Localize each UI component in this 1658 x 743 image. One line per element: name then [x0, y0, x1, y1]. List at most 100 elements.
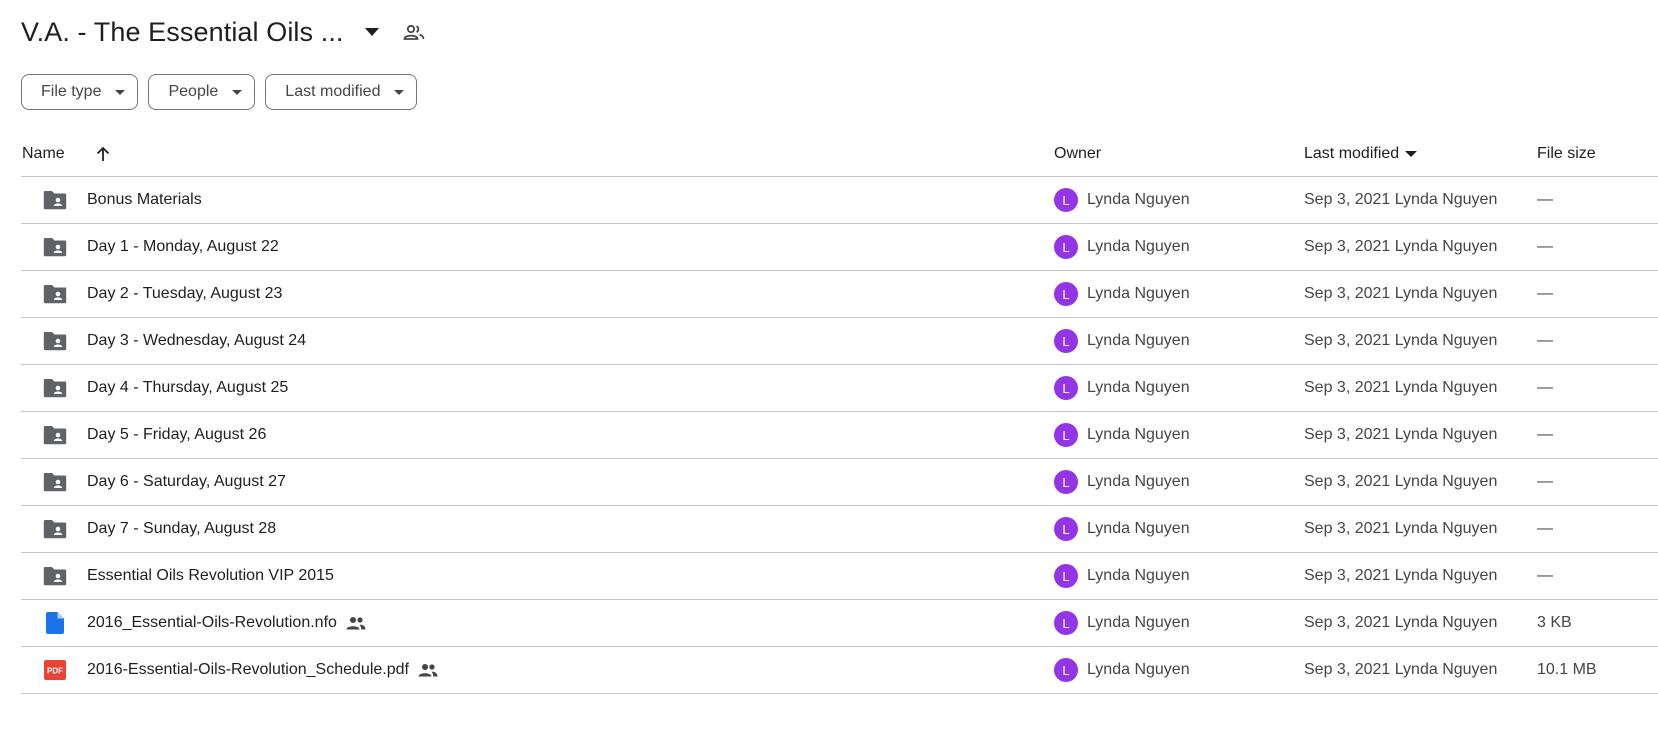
file-name-cell: Day 5 - Friday, August 26 — [87, 412, 266, 458]
page-title[interactable]: V.A. - The Essential Oils ... — [21, 17, 344, 48]
table-row[interactable]: 2016_Essential-Oils-Revolution.nfo L Lynda… — [21, 600, 1658, 647]
file-size-cell: — — [1537, 379, 1553, 396]
table-row[interactable]: Essential Oils Revolution VIP 2015 L Lynda… — [21, 553, 1658, 600]
shared-folder-icon — [42, 412, 68, 458]
table-row[interactable]: Day 1 - Monday, August 22 L Lynda Nguyen Se… — [21, 224, 1658, 271]
avatar[interactable]: L — [1054, 517, 1078, 541]
column-header-label: Last modified — [1304, 145, 1400, 162]
table-row[interactable]: Day 3 - Wednesday, August 24 L Lynda Nguye… — [21, 318, 1658, 365]
file-name-cell: 2016-Essential-Oils-Revolution_Schedule.… — [87, 647, 438, 693]
folder-header: V.A. - The Essential Oils ... — [21, 12, 428, 52]
column-header-owner[interactable]: Owner — [1054, 132, 1101, 176]
chip-label: Last modified — [285, 83, 381, 100]
file-name: 2016-Essential-Oils-Revolution_Schedule.… — [87, 661, 409, 678]
owner-name: Lynda Nguyen — [1087, 614, 1190, 631]
owner-cell: L Lynda Nguyen — [1054, 365, 1190, 411]
owner-cell: L Lynda Nguyen — [1054, 600, 1190, 646]
arrow-drop-down-icon — [232, 89, 243, 95]
file-name-cell: Essential Oils Revolution VIP 2015 — [87, 553, 334, 599]
avatar[interactable]: L — [1054, 188, 1078, 212]
file-name: Day 3 - Wednesday, August 24 — [87, 332, 307, 349]
last-modified-cell: Sep 3, 2021 Lynda Nguyen — [1304, 332, 1498, 349]
avatar[interactable]: L — [1054, 611, 1078, 635]
last-modified-cell: Sep 3, 2021 Lynda Nguyen — [1304, 285, 1498, 302]
file-name: Day 4 - Thursday, August 25 — [87, 379, 289, 396]
avatar[interactable]: L — [1054, 235, 1078, 259]
shared-folder-icon — [42, 271, 68, 317]
avatar[interactable]: L — [1054, 423, 1078, 447]
last-modified-cell: Sep 3, 2021 Lynda Nguyen — [1304, 426, 1498, 443]
chip-label: People — [168, 83, 219, 100]
column-header-name[interactable]: Name — [22, 132, 65, 176]
people-icon[interactable] — [400, 18, 428, 46]
last-modified-cell: Sep 3, 2021 Lynda Nguyen — [1304, 567, 1498, 584]
file-name: Bonus Materials — [87, 191, 202, 208]
last-modified-filter-chip[interactable]: Last modified — [265, 74, 418, 110]
shared-folder-icon — [42, 318, 68, 364]
table-row[interactable]: Day 5 - Friday, August 26 L Lynda Nguyen Se… — [21, 412, 1658, 459]
owner-cell: L Lynda Nguyen — [1054, 318, 1190, 364]
table-body: Bonus Materials L Lynda Nguyen Sep 3, 2021 … — [21, 177, 1658, 694]
column-header-last-modified[interactable]: Last modified — [1304, 132, 1418, 176]
file-name-cell: Bonus Materials — [87, 177, 202, 223]
file-name-cell: Day 7 - Sunday, August 28 — [87, 506, 276, 552]
file-size-cell: — — [1537, 567, 1553, 584]
shared-folder-icon — [42, 553, 68, 599]
file-name-cell: Day 3 - Wednesday, August 24 — [87, 318, 306, 364]
arrow-drop-down-icon[interactable] — [358, 18, 386, 46]
last-modified-cell: Sep 3, 2021 Lynda Nguyen — [1304, 520, 1498, 537]
pdf-icon: PDF — [42, 647, 68, 693]
table-row[interactable]: Day 6 - Saturday, August 27 L Lynda Nguyen… — [21, 459, 1658, 506]
arrow-drop-down-icon — [115, 89, 126, 95]
owner-name: Lynda Nguyen — [1087, 520, 1190, 537]
file-type-filter-chip[interactable]: File type — [21, 74, 139, 110]
column-header-file-size[interactable]: File size — [1537, 132, 1596, 176]
file-name: Day 7 - Sunday, August 28 — [87, 520, 277, 537]
owner-name: Lynda Nguyen — [1087, 238, 1190, 255]
file-name: Day 2 - Tuesday, August 23 — [87, 285, 283, 302]
shared-folder-icon — [42, 224, 68, 270]
owner-cell: L Lynda Nguyen — [1054, 506, 1190, 552]
table-row[interactable]: Day 7 - Sunday, August 28 L Lynda Nguyen Se… — [21, 506, 1658, 553]
avatar[interactable]: L — [1054, 282, 1078, 306]
table-row[interactable]: Bonus Materials L Lynda Nguyen Sep 3, 2021 … — [21, 177, 1658, 224]
chip-label: File type — [41, 83, 102, 100]
avatar[interactable]: L — [1054, 329, 1078, 353]
owner-cell: L Lynda Nguyen — [1054, 647, 1190, 693]
table-row[interactable]: Day 4 - Thursday, August 25 L Lynda Nguyen… — [21, 365, 1658, 412]
owner-name: Lynda Nguyen — [1087, 473, 1190, 490]
owner-name: Lynda Nguyen — [1087, 379, 1190, 396]
avatar[interactable]: L — [1054, 564, 1078, 588]
file-size-cell: — — [1537, 285, 1553, 302]
last-modified-cell: Sep 3, 2021 Lynda Nguyen — [1304, 473, 1498, 490]
owner-name: Lynda Nguyen — [1087, 661, 1190, 678]
owner-name: Lynda Nguyen — [1087, 426, 1190, 443]
owner-name: Lynda Nguyen — [1087, 191, 1190, 208]
shared-folder-icon — [42, 177, 68, 223]
table-header: Name Owner Last modified File size — [21, 132, 1658, 177]
file-name-cell: 2016_Essential-Oils-Revolution.nfo — [87, 600, 366, 646]
file-list: Name Owner Last modified File size Bonus… — [21, 132, 1658, 694]
people-filter-chip[interactable]: People — [148, 74, 256, 110]
file-name-cell: Day 2 - Tuesday, August 23 — [87, 271, 282, 317]
owner-name: Lynda Nguyen — [1087, 285, 1190, 302]
file-name: Day 6 - Saturday, August 27 — [87, 473, 286, 490]
arrow-upward-icon[interactable] — [91, 142, 115, 166]
owner-name: Lynda Nguyen — [1087, 567, 1190, 584]
file-size-cell: — — [1537, 191, 1553, 208]
file-size-cell: — — [1537, 426, 1553, 443]
avatar[interactable]: L — [1054, 376, 1078, 400]
table-row[interactable]: PDF 2016-Essential-Oils-Revolution_Schedu… — [21, 647, 1658, 694]
owner-cell: L Lynda Nguyen — [1054, 177, 1190, 223]
table-row[interactable]: Day 2 - Tuesday, August 23 L Lynda Nguyen S… — [21, 271, 1658, 318]
file-size-cell: — — [1537, 473, 1553, 490]
people-icon — [418, 663, 438, 677]
document-icon — [42, 600, 68, 646]
file-name: Day 5 - Friday, August 26 — [87, 426, 267, 443]
shared-folder-icon — [42, 506, 68, 552]
avatar[interactable]: L — [1054, 658, 1078, 682]
file-name-cell: Day 1 - Monday, August 22 — [87, 224, 279, 270]
people-icon — [346, 616, 366, 630]
avatar[interactable]: L — [1054, 470, 1078, 494]
owner-cell: L Lynda Nguyen — [1054, 271, 1190, 317]
